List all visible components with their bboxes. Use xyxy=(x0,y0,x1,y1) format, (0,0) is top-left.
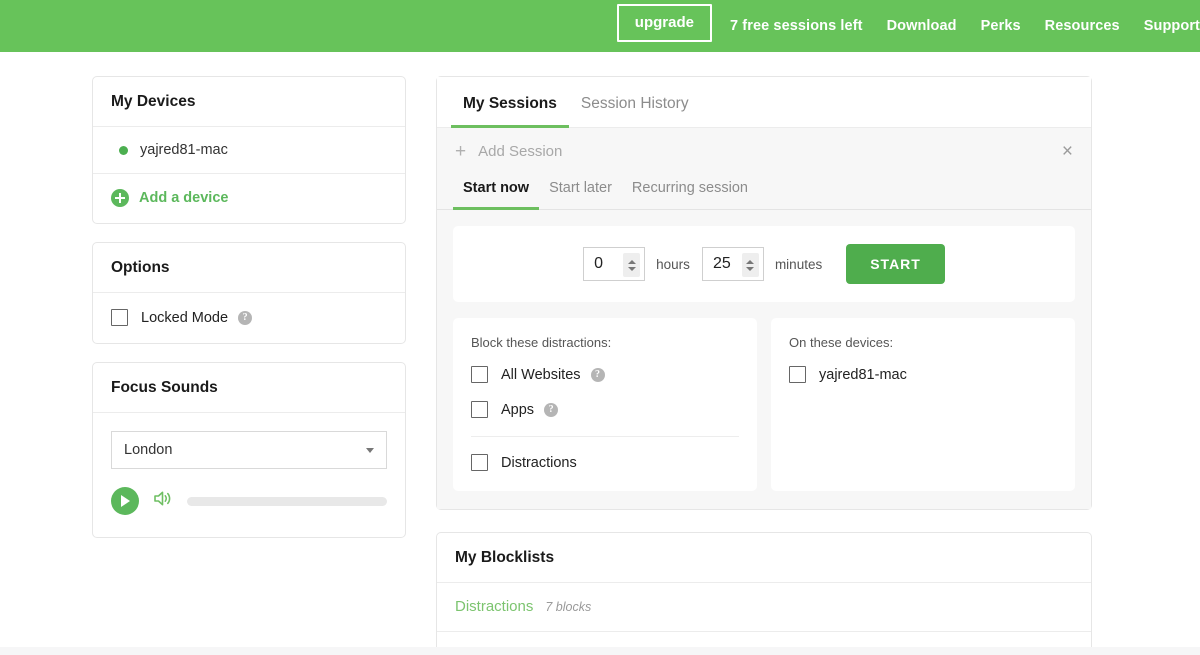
hours-stepper-arrows[interactable] xyxy=(623,253,640,277)
divider xyxy=(471,436,739,437)
sound-player-controls xyxy=(111,487,387,515)
block-item-all-websites: All Websites ? xyxy=(471,366,739,383)
add-session-row: + Add Session × xyxy=(437,128,1091,174)
focus-sounds-body: London xyxy=(93,413,405,537)
subtab-start-now[interactable]: Start now xyxy=(453,174,539,209)
help-icon[interactable]: ? xyxy=(238,311,252,325)
add-device-label: Add a device xyxy=(139,190,228,206)
sound-select-value: London xyxy=(124,442,172,458)
help-icon[interactable]: ? xyxy=(591,368,605,382)
chevron-down-icon[interactable] xyxy=(628,267,636,271)
page-content: My Devices yajred81-mac Add a device Opt… xyxy=(0,52,1200,655)
volume-slider[interactable] xyxy=(187,497,387,506)
my-devices-card: My Devices yajred81-mac Add a device xyxy=(92,76,406,224)
plus-icon: + xyxy=(455,142,466,161)
target-devices-card: On these devices: yajred81-mac xyxy=(771,318,1075,491)
blocking-options-row: Block these distractions: All Websites ?… xyxy=(437,302,1091,509)
subtab-recurring-session[interactable]: Recurring session xyxy=(622,174,758,209)
start-button[interactable]: START xyxy=(846,244,945,284)
locked-mode-row: Locked Mode ? xyxy=(93,293,405,343)
my-blocklists-header: My Blocklists xyxy=(437,533,1091,583)
device-list-item[interactable]: yajred81-mac xyxy=(93,127,405,174)
main-column: My Sessions Session History + Add Sessio… xyxy=(436,76,1092,655)
minutes-unit-label: minutes xyxy=(775,257,822,272)
subtab-start-later[interactable]: Start later xyxy=(539,174,622,209)
blocklist-name[interactable]: Distractions xyxy=(455,598,533,615)
device-checkbox-row: yajred81-mac xyxy=(789,366,1057,383)
bottom-edge-strip xyxy=(0,647,1200,655)
my-blocklists-card: My Blocklists Distractions 7 blocks Add … xyxy=(436,532,1092,655)
hours-stepper[interactable]: 0 xyxy=(583,247,645,281)
hours-value: 0 xyxy=(594,255,603,273)
volume-icon[interactable] xyxy=(153,490,173,512)
all-websites-label: All Websites xyxy=(501,367,581,383)
apps-checkbox[interactable] xyxy=(471,401,488,418)
my-blocklists-title: My Blocklists xyxy=(455,549,554,566)
upgrade-button[interactable]: upgrade xyxy=(617,4,712,42)
device-online-status-icon xyxy=(119,146,128,155)
locked-mode-label: Locked Mode xyxy=(141,310,228,326)
session-type-subtabs: Start now Start later Recurring session xyxy=(437,174,1091,210)
blocklist-row[interactable]: Distractions 7 blocks xyxy=(437,583,1091,632)
add-session-button[interactable]: + Add Session xyxy=(455,142,562,161)
nav-link-perks[interactable]: Perks xyxy=(981,18,1021,34)
device-name-label: yajred81-mac xyxy=(140,142,228,158)
hours-unit-label: hours xyxy=(656,257,690,272)
my-devices-title: My Devices xyxy=(111,93,195,110)
options-card: Options Locked Mode ? xyxy=(92,242,406,344)
options-title: Options xyxy=(111,259,170,276)
device-checkbox[interactable] xyxy=(789,366,806,383)
locked-mode-checkbox[interactable] xyxy=(111,309,128,326)
help-icon[interactable]: ? xyxy=(544,403,558,417)
options-header: Options xyxy=(93,243,405,293)
block-distractions-caption: Block these distractions: xyxy=(471,335,739,350)
minutes-stepper-arrows[interactable] xyxy=(742,253,759,277)
blocklist-count: 7 blocks xyxy=(545,600,591,614)
minutes-value: 25 xyxy=(713,255,731,273)
target-devices-caption: On these devices: xyxy=(789,335,1057,350)
free-sessions-counter: 7 free sessions left xyxy=(730,18,863,34)
session-tabs: My Sessions Session History xyxy=(437,77,1091,128)
block-item-apps: Apps ? xyxy=(471,401,739,418)
nav-link-resources[interactable]: Resources xyxy=(1045,18,1120,34)
tab-session-history[interactable]: Session History xyxy=(569,77,701,127)
play-icon[interactable] xyxy=(111,487,139,515)
add-session-panel: + Add Session × Start now Start later Re… xyxy=(437,128,1091,509)
focus-sounds-title: Focus Sounds xyxy=(111,379,218,396)
top-nav-links: upgrade 7 free sessions left Download Pe… xyxy=(617,0,1200,52)
chevron-up-icon[interactable] xyxy=(746,260,754,264)
chevron-down-icon[interactable] xyxy=(746,267,754,271)
top-navigation-bar: upgrade 7 free sessions left Download Pe… xyxy=(0,0,1200,52)
sound-select-dropdown[interactable]: London xyxy=(111,431,387,469)
block-item-distractions: Distractions xyxy=(471,454,739,471)
block-distractions-card: Block these distractions: All Websites ?… xyxy=(453,318,757,491)
minutes-stepper[interactable]: 25 xyxy=(702,247,764,281)
chevron-up-icon[interactable] xyxy=(628,260,636,264)
chevron-down-icon xyxy=(366,448,374,453)
nav-link-support[interactable]: Support xyxy=(1144,18,1200,34)
distractions-label: Distractions xyxy=(501,455,577,471)
nav-link-download[interactable]: Download xyxy=(887,18,957,34)
focus-app-window: upgrade 7 free sessions left Download Pe… xyxy=(0,0,1200,655)
focus-sounds-card: Focus Sounds London xyxy=(92,362,406,538)
sessions-card: My Sessions Session History + Add Sessio… xyxy=(436,76,1092,510)
distractions-checkbox[interactable] xyxy=(471,454,488,471)
close-icon[interactable]: × xyxy=(1062,142,1073,161)
all-websites-checkbox[interactable] xyxy=(471,366,488,383)
plus-circle-icon xyxy=(111,189,129,207)
tab-my-sessions[interactable]: My Sessions xyxy=(451,77,569,127)
add-device-button[interactable]: Add a device xyxy=(93,174,405,223)
add-session-label: Add Session xyxy=(478,143,562,160)
focus-sounds-header: Focus Sounds xyxy=(93,363,405,413)
apps-label: Apps xyxy=(501,402,534,418)
timer-card: 0 hours 25 xyxy=(453,226,1075,302)
my-devices-header: My Devices xyxy=(93,77,405,127)
device-checkbox-label: yajred81-mac xyxy=(819,367,907,383)
sidebar-column: My Devices yajred81-mac Add a device Opt… xyxy=(92,76,406,538)
